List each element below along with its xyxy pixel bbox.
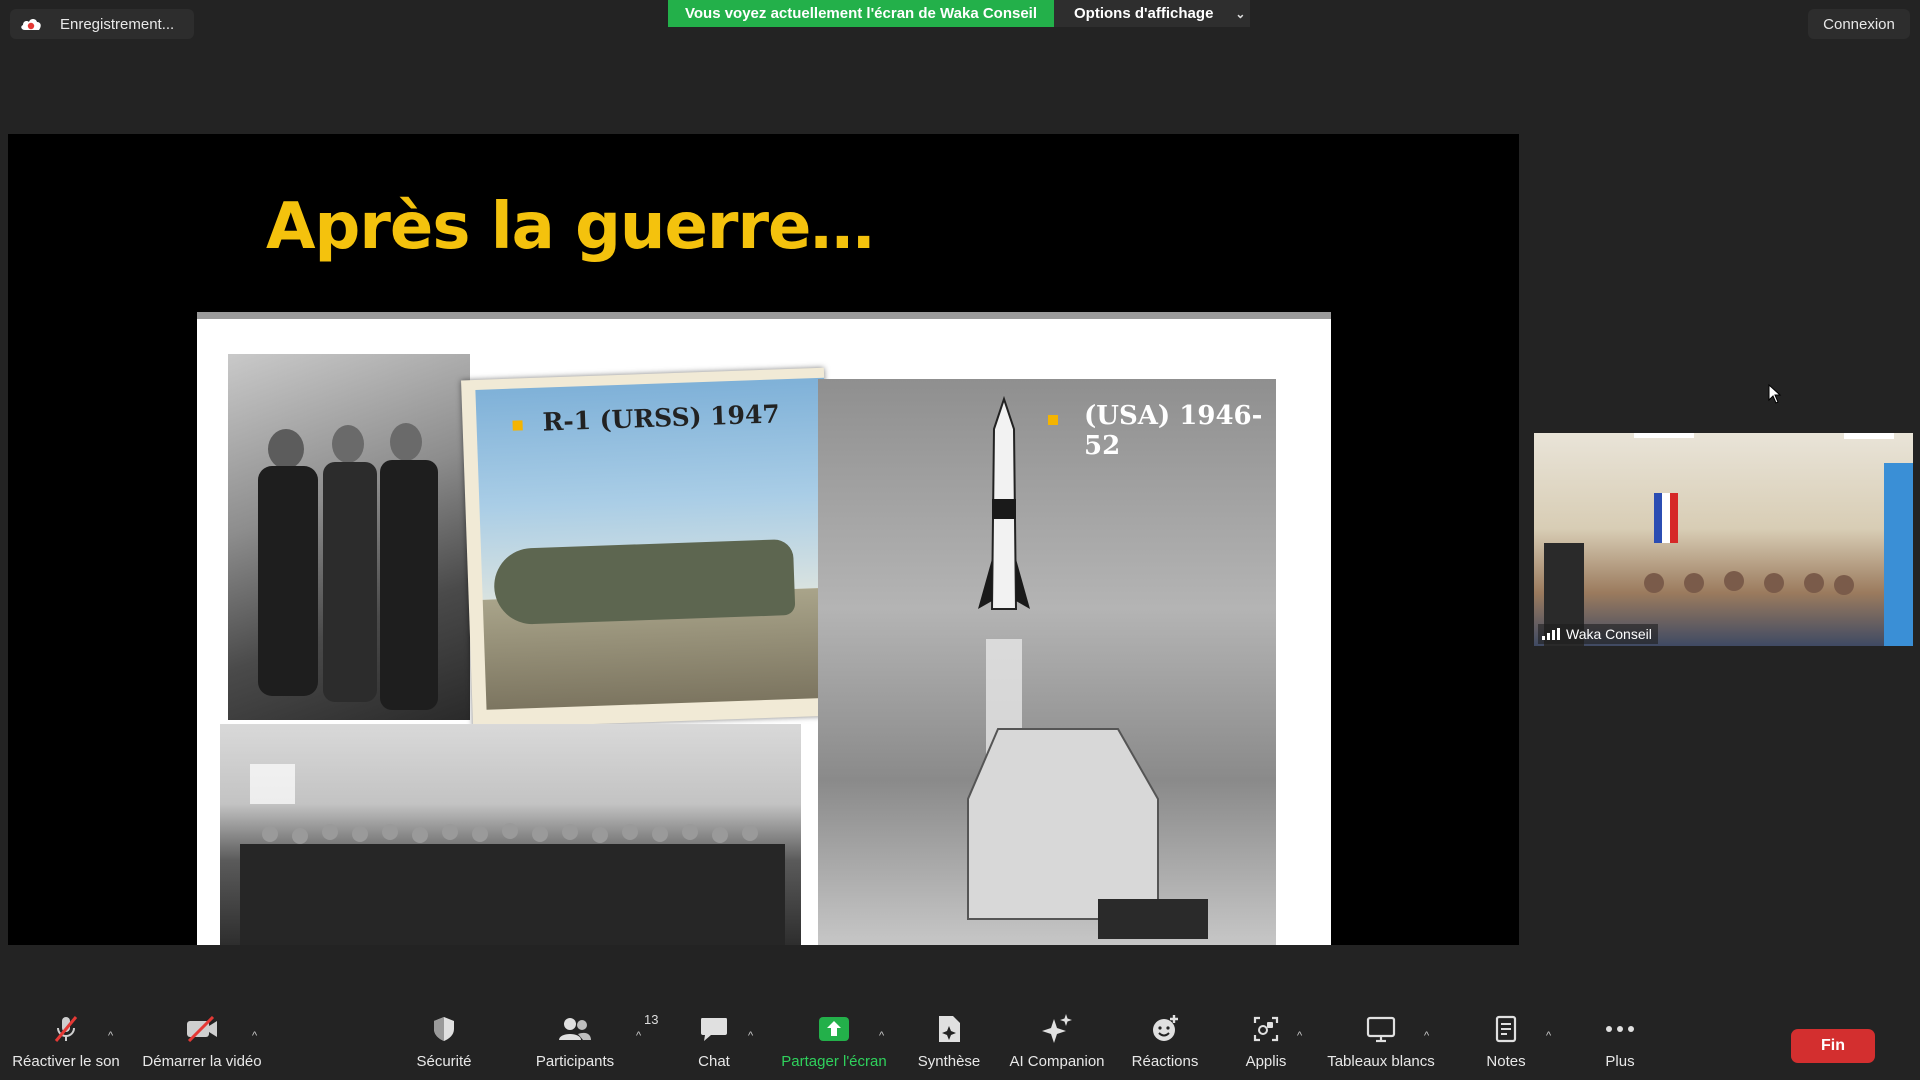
shared-screen: Après la guerre… R-1 (URSS) 1947 (USA) 1… [8, 134, 1519, 945]
ai-companion-label: AI Companion [1009, 1053, 1105, 1070]
notes-button[interactable]: Notes [1441, 1010, 1571, 1070]
end-meeting-button[interactable]: Fin [1791, 1029, 1875, 1063]
photo-r1-rocket: R-1 (URSS) 1947 [461, 367, 836, 729]
chevron-up-icon[interactable]: ^ [636, 1030, 641, 1042]
whiteboards-label: Tableaux blancs [1327, 1053, 1435, 1070]
bullet-icon [1048, 415, 1058, 425]
more-button[interactable]: Plus [1555, 1010, 1685, 1070]
smiley-plus-icon [1150, 1010, 1180, 1048]
shield-icon [431, 1010, 457, 1048]
sparkle-icon [1041, 1010, 1073, 1048]
photo-usa-rocket: (USA) 1946-52 [818, 379, 1276, 945]
screen-share-banner: Vous voyez actuellement l'écran de Waka … [668, 0, 1054, 27]
participant-name: Waka Conseil [1566, 626, 1652, 642]
summary-label: Synthèse [917, 1053, 981, 1070]
chevron-up-icon[interactable]: ^ [252, 1030, 257, 1042]
view-options-button[interactable]: Options d'affichage ⌄ [1054, 0, 1250, 27]
slide-title: Après la guerre… [266, 190, 874, 264]
video-off-icon [185, 1010, 219, 1048]
photo-officers [228, 354, 470, 720]
photo-usa-caption: (USA) 1946-52 [1084, 401, 1263, 461]
reactions-label: Réactions [1131, 1053, 1199, 1070]
chevron-up-icon[interactable]: ^ [748, 1030, 753, 1042]
cloud-recording-icon [20, 17, 42, 31]
connexion-button[interactable]: Connexion [1808, 9, 1910, 39]
view-options-label: Options d'affichage [1074, 5, 1214, 22]
document-sparkle-icon [936, 1010, 962, 1048]
unmute-label: Réactiver le son [12, 1053, 120, 1070]
notes-label: Notes [1486, 1053, 1526, 1070]
apps-button[interactable]: Applis [1201, 1010, 1331, 1070]
photo-group-scientists [220, 724, 801, 945]
participants-label: Participants [535, 1053, 615, 1070]
start-video-label: Démarrer la vidéo [142, 1053, 262, 1070]
recording-label: Enregistrement... [60, 15, 175, 33]
bullet-icon [512, 420, 523, 431]
chat-button[interactable]: Chat [649, 1010, 779, 1070]
chevron-down-icon: ⌄ [1235, 6, 1246, 21]
participants-button[interactable]: 13 Participants [510, 1010, 659, 1070]
security-label: Sécurité [416, 1053, 472, 1070]
chevron-up-icon[interactable]: ^ [108, 1030, 113, 1042]
chat-bubble-icon [699, 1010, 729, 1048]
chat-label: Chat [698, 1053, 730, 1070]
security-button[interactable]: Sécurité [379, 1010, 509, 1070]
participants-icon: 13 [558, 1010, 658, 1048]
participant-name-tag: Waka Conseil [1538, 624, 1658, 644]
slide-collage: R-1 (URSS) 1947 (USA) 1946-52 [197, 312, 1331, 945]
apps-label: Applis [1245, 1053, 1287, 1070]
muted-mic-icon [51, 1010, 81, 1048]
more-label: Plus [1605, 1053, 1635, 1070]
start-video-button[interactable]: Démarrer la vidéo [137, 1010, 267, 1070]
whiteboard-icon [1366, 1010, 1396, 1048]
mouse-cursor-icon [1768, 383, 1782, 409]
recording-indicator[interactable]: Enregistrement... [10, 9, 194, 39]
notes-icon [1494, 1010, 1518, 1048]
chevron-up-icon[interactable]: ^ [1424, 1030, 1429, 1042]
chevron-up-icon[interactable]: ^ [1297, 1030, 1302, 1042]
signal-strength-icon [1542, 628, 1560, 640]
more-dots-icon [1605, 1010, 1635, 1048]
meeting-toolbar: Réactiver le son ^ Démarrer la vidéo ^ S… [0, 1010, 1920, 1080]
rocket-tarp-shape [492, 538, 796, 626]
share-screen-label: Partager l'écran [781, 1053, 887, 1070]
apps-icon [1252, 1010, 1280, 1048]
share-screen-icon [818, 1010, 850, 1048]
chevron-up-icon[interactable]: ^ [1546, 1030, 1551, 1042]
participant-video-tile[interactable]: Waka Conseil [1534, 433, 1913, 646]
